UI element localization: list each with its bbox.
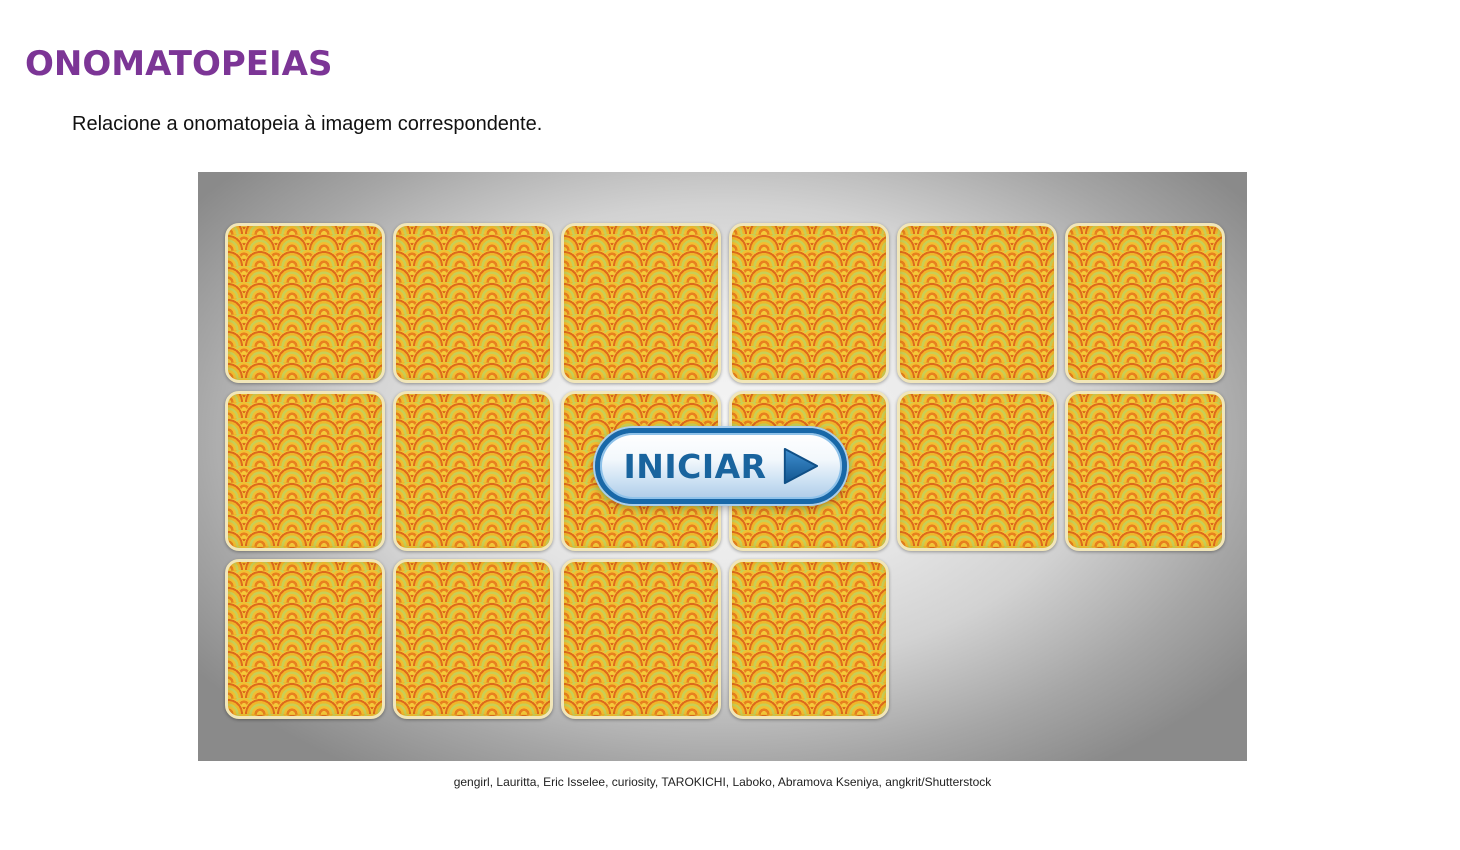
memory-card[interactable]	[225, 391, 385, 551]
start-button[interactable]: INICIAR	[595, 428, 847, 504]
memory-card[interactable]	[225, 559, 385, 719]
image-credits: gengirl, Lauritta, Eric Isselee, curiosi…	[453, 775, 992, 789]
memory-card[interactable]	[225, 223, 385, 383]
memory-card[interactable]	[1065, 223, 1225, 383]
memory-card[interactable]	[897, 223, 1057, 383]
memory-card[interactable]	[393, 223, 553, 383]
instruction-text: Relacione a onomatopeia à imagem corresp…	[72, 113, 543, 135]
memory-card[interactable]	[393, 559, 553, 719]
memory-card[interactable]	[561, 559, 721, 719]
memory-card[interactable]	[729, 559, 889, 719]
memory-card[interactable]	[729, 223, 889, 383]
play-arrow-icon	[783, 447, 818, 485]
memory-game-board: INICIAR	[198, 172, 1247, 761]
memory-card[interactable]	[393, 391, 553, 551]
page-title: ONOMATOPEIAS	[25, 44, 333, 84]
start-button-label: INICIAR	[623, 446, 767, 486]
memory-card[interactable]	[1065, 391, 1225, 551]
memory-card[interactable]	[561, 223, 721, 383]
memory-card[interactable]	[897, 391, 1057, 551]
